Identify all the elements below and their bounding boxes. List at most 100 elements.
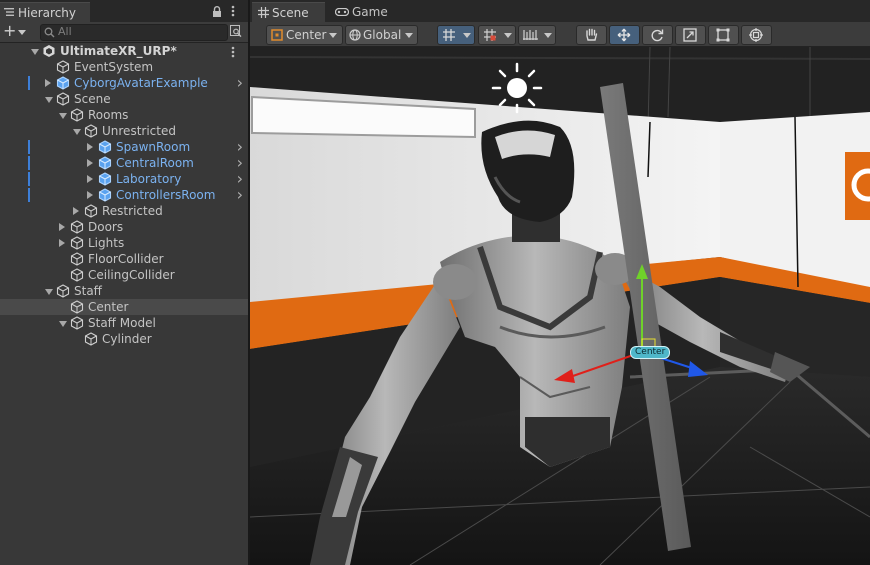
search-by-type-icon[interactable] — [230, 25, 242, 38]
directional-light-icon[interactable] — [493, 63, 543, 113]
list-icon — [4, 8, 14, 16]
expand-right-icon[interactable] — [87, 143, 93, 151]
expand-right-icon[interactable] — [59, 223, 65, 231]
hierarchy-panel: Hierarchy + All UltimateXR_URP* EventSyst… — [0, 0, 248, 565]
hierarchy-row[interactable]: Center — [0, 299, 248, 315]
pivot-mode-label: Center — [286, 28, 327, 42]
tab-hierarchy[interactable]: Hierarchy — [0, 2, 90, 23]
open-prefab-chevron-icon[interactable]: › — [237, 187, 243, 203]
hierarchy-row-label: Staff Model — [88, 316, 156, 330]
scene-viewport[interactable] — [250, 47, 870, 565]
gameobject-icon — [70, 316, 84, 330]
expand-down-icon[interactable] — [59, 321, 67, 327]
hierarchy-row[interactable]: Restricted — [0, 203, 248, 219]
rect-tool-button[interactable] — [708, 25, 739, 45]
hierarchy-row[interactable]: CyborgAvatarExample › — [0, 75, 248, 91]
hierarchy-row[interactable]: CentralRoom › — [0, 155, 248, 171]
gameobject-icon — [70, 252, 84, 266]
hand-tool-button[interactable] — [576, 25, 607, 45]
hierarchy-row[interactable]: Staff Model — [0, 315, 248, 331]
hierarchy-row[interactable]: CeilingCollider — [0, 267, 248, 283]
transform-tool-button[interactable] — [741, 25, 772, 45]
expand-right-icon[interactable] — [45, 79, 51, 87]
gameobject-icon — [70, 236, 84, 250]
hierarchy-row[interactable]: Unrestricted — [0, 123, 248, 139]
hierarchy-row[interactable]: SpawnRoom › — [0, 139, 248, 155]
hierarchy-row[interactable]: Scene — [0, 91, 248, 107]
expand-right-icon[interactable] — [87, 159, 93, 167]
grid-visibility-button[interactable] — [437, 25, 475, 45]
rotate-icon — [651, 29, 664, 42]
hierarchy-row[interactable]: EventSystem — [0, 59, 248, 75]
hierarchy-row[interactable]: ControllersRoom › — [0, 187, 248, 203]
prefab-variant-icon — [56, 76, 70, 90]
expand-down-icon[interactable] — [73, 129, 81, 135]
gameobject-icon — [56, 60, 70, 74]
prefab-icon — [98, 172, 112, 186]
gameobject-icon — [70, 300, 84, 314]
snap-increment-button[interactable] — [478, 25, 516, 45]
increment-snap-button[interactable] — [518, 25, 556, 45]
gameobject-icon — [70, 108, 84, 122]
hierarchy-row-label: CyborgAvatarExample — [74, 76, 208, 90]
hierarchy-row[interactable]: Lights — [0, 235, 248, 251]
rotate-tool-button[interactable] — [642, 25, 673, 45]
gamepad-icon — [335, 8, 349, 16]
hierarchy-row[interactable]: Staff — [0, 283, 248, 299]
space-mode-dropdown[interactable]: Global — [345, 25, 418, 45]
hierarchy-row[interactable]: Doors — [0, 219, 248, 235]
lock-icon[interactable] — [212, 6, 222, 17]
hierarchy-row-label: EventSystem — [74, 60, 154, 74]
hand-icon — [586, 28, 598, 41]
hierarchy-row-label: Rooms — [88, 108, 129, 122]
search-icon — [44, 27, 55, 38]
chevron-down-icon — [544, 33, 552, 38]
chevron-down-icon — [329, 33, 337, 38]
scale-tool-button[interactable] — [675, 25, 706, 45]
expand-right-icon[interactable] — [87, 175, 93, 183]
chevron-down-icon — [405, 33, 413, 38]
globe-icon — [349, 29, 361, 41]
add-object-button[interactable]: + — [3, 22, 16, 40]
open-prefab-chevron-icon[interactable]: › — [237, 75, 243, 91]
hierarchy-row[interactable]: Cylinder — [0, 331, 248, 347]
expand-right-icon[interactable] — [73, 207, 79, 215]
hierarchy-row[interactable]: UltimateXR_URP* — [0, 43, 248, 59]
override-marker — [28, 156, 30, 170]
tab-scene[interactable]: Scene — [252, 2, 325, 23]
expand-down-icon[interactable] — [45, 97, 53, 103]
override-marker — [28, 76, 30, 90]
hierarchy-row-label: CeilingCollider — [88, 268, 175, 282]
game-tab-label: Game — [352, 5, 388, 19]
hierarchy-row[interactable]: FloorCollider — [0, 251, 248, 267]
rect-transform-icon — [716, 28, 730, 42]
grid-icon — [258, 7, 269, 18]
space-mode-label: Global — [363, 28, 402, 42]
move-tool-button[interactable] — [609, 25, 640, 45]
expand-down-icon[interactable] — [45, 289, 53, 295]
expand-right-icon[interactable] — [87, 191, 93, 199]
hierarchy-search-input[interactable]: All — [40, 24, 228, 41]
object-name-label: Center — [630, 346, 671, 359]
ruler-icon — [523, 30, 538, 40]
scene-tab-label: Scene — [272, 6, 309, 20]
gameobject-icon — [84, 204, 98, 218]
pivot-icon — [271, 29, 283, 41]
hierarchy-row[interactable]: Rooms — [0, 107, 248, 123]
pivot-mode-dropdown[interactable]: Center — [266, 25, 343, 45]
expand-down-icon[interactable] — [59, 113, 67, 119]
override-marker — [28, 140, 30, 154]
override-marker — [28, 188, 30, 202]
hierarchy-row[interactable]: Laboratory › — [0, 171, 248, 187]
expand-down-icon[interactable] — [31, 49, 39, 55]
add-dropdown-arrow[interactable] — [18, 30, 26, 35]
expand-right-icon[interactable] — [59, 239, 65, 247]
move-icon — [617, 28, 631, 42]
scene-menu-icon[interactable] — [231, 46, 235, 58]
chevron-down-icon — [463, 33, 471, 38]
gameobject-icon — [70, 268, 84, 282]
kebab-menu-icon[interactable] — [231, 5, 235, 17]
tab-game[interactable]: Game — [330, 2, 396, 22]
hierarchy-row-label: ControllersRoom — [116, 188, 216, 202]
hierarchy-row-label: Lights — [88, 236, 125, 250]
